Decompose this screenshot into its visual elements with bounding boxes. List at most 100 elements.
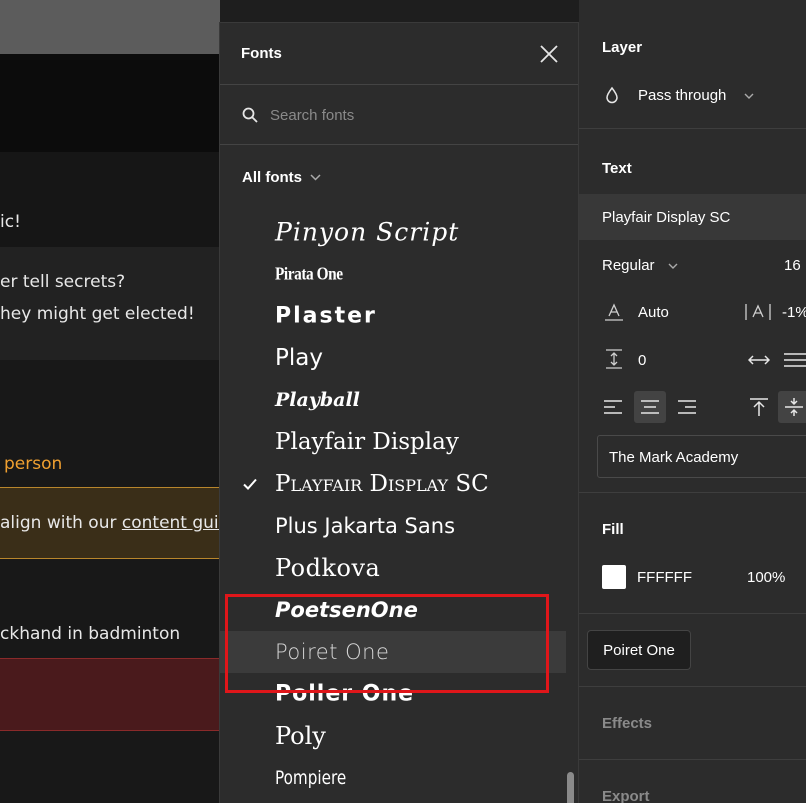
search-icon: [242, 107, 258, 123]
font-option-playfair-display[interactable]: Playfair Display: [220, 421, 566, 463]
font-option-podkova[interactable]: Podkova: [220, 547, 566, 589]
font-option-label: Playfair Display SC: [275, 471, 489, 497]
canvas-text-line: ckhand in badminton: [0, 624, 181, 644]
line-height-input[interactable]: Auto: [638, 304, 669, 321]
font-option-label: Play: [275, 345, 323, 371]
paragraph-spacing-input[interactable]: 0: [638, 352, 646, 369]
text-resize-options-icon[interactable]: [784, 352, 806, 368]
canvas-text-line: hey might get elected!: [0, 304, 195, 324]
canvas-top-bar: [0, 0, 220, 54]
canvas-text-line: er tell secrets?: [0, 272, 126, 292]
letter-spacing-icon: [745, 304, 771, 320]
font-search-bar: [220, 85, 578, 145]
font-option-poetsenone[interactable]: PoetsenOne: [220, 589, 566, 631]
paragraph-spacing-icon: [606, 349, 622, 369]
tooltip-text: Poiret One: [603, 641, 675, 659]
effects-section-title[interactable]: Effects: [602, 715, 652, 732]
properties-panel: Layer Pass through Text Playfair Display…: [579, 0, 806, 803]
font-option-label: Podkova: [275, 554, 381, 582]
align-left-button[interactable]: [597, 391, 629, 423]
font-option-label: Poiret One: [275, 640, 390, 664]
font-option-playfair-display-sc[interactable]: Playfair Display SC: [220, 463, 566, 505]
divider: [579, 613, 806, 614]
check-icon: [243, 478, 257, 490]
font-option-poller-one[interactable]: Poller One: [220, 673, 566, 715]
font-family-value: Playfair Display SC: [602, 209, 731, 226]
font-list-scrollbar[interactable]: [567, 772, 574, 803]
text-style-field[interactable]: The Mark Academy: [597, 435, 806, 478]
canvas-card-4[interactable]: ckhand in badminton: [0, 559, 220, 658]
font-filter-dropdown[interactable]: All fonts: [242, 166, 321, 188]
font-option-pompiere[interactable]: Pompiere: [220, 757, 566, 799]
canvas-card-3[interactable]: person: [0, 360, 220, 487]
font-option-label: Plaster: [275, 303, 377, 329]
align-right-icon: [678, 400, 696, 414]
blend-mode-dropdown[interactable]: Pass through: [605, 84, 765, 108]
fill-color-swatch[interactable]: [602, 565, 626, 589]
font-option-play[interactable]: Play: [220, 337, 566, 379]
chevron-down-icon: [744, 93, 754, 99]
fill-opacity-input[interactable]: 100%: [747, 569, 785, 586]
font-option-label: Pinyon Script: [275, 217, 460, 247]
font-filter-label: All fonts: [242, 168, 302, 186]
font-list[interactable]: Pinyon Script Pirata One Plaster Play Pl…: [220, 209, 578, 803]
font-option-label: Playfair Display: [275, 429, 459, 455]
font-option-plaster[interactable]: Plaster: [220, 295, 566, 337]
canvas-error-banner[interactable]: [0, 658, 220, 731]
font-weight-value: Regular: [602, 257, 655, 274]
divider: [579, 492, 806, 493]
canvas-text-line: align with our content guidel: [0, 513, 220, 533]
chevron-down-icon: [310, 173, 321, 181]
fonts-panel-title: Fonts: [241, 45, 282, 62]
chevron-down-icon: [668, 263, 678, 269]
letter-spacing-input[interactable]: -1%: [782, 304, 806, 321]
font-option-poiret-one[interactable]: Poiret One: [220, 631, 566, 673]
drop-icon: [606, 86, 618, 104]
align-left-icon: [604, 400, 622, 414]
fonts-panel: Fonts All fonts Pinyon Script Pirata One…: [219, 22, 579, 803]
font-option-label: Pompiere: [275, 767, 347, 789]
font-option-plus-jakarta-sans[interactable]: Plus Jakarta Sans: [220, 505, 566, 547]
blend-mode-value: Pass through: [638, 87, 727, 104]
font-option-label: Playball: [275, 389, 360, 411]
font-weight-dropdown[interactable]: Regular: [602, 254, 692, 276]
align-center-button[interactable]: [634, 391, 666, 423]
font-size-input[interactable]: 16: [784, 257, 801, 274]
canvas-text-line: ic!: [0, 212, 21, 232]
align-right-button[interactable]: [671, 391, 703, 423]
text-section-title: Text: [602, 160, 632, 177]
divider: [579, 128, 806, 129]
design-canvas[interactable]: ic! er tell secrets? hey might get elect…: [0, 0, 220, 803]
divider: [579, 686, 806, 687]
font-family-selector[interactable]: Playfair Display SC: [579, 194, 806, 240]
font-option-pinyon-script[interactable]: Pinyon Script: [220, 211, 566, 253]
font-option-label: Pirata One: [275, 263, 343, 284]
align-middle-icon: [785, 398, 803, 416]
content-guidelines-link[interactable]: content guidel: [122, 513, 220, 533]
font-option-playball[interactable]: Playball: [220, 379, 566, 421]
close-icon[interactable]: [538, 43, 560, 65]
auto-width-icon[interactable]: [748, 353, 770, 367]
canvas-card-2[interactable]: er tell secrets? hey might get elected!: [0, 247, 220, 360]
canvas-banner-text: align with our: [0, 513, 122, 533]
fill-hex-input[interactable]: FFFFFF: [637, 569, 692, 586]
align-top-button[interactable]: [743, 391, 775, 423]
font-option-poly[interactable]: Poly: [220, 715, 566, 757]
align-center-icon: [641, 400, 659, 414]
font-option-label: Poller One: [275, 681, 415, 707]
align-top-icon: [750, 398, 768, 416]
font-option-pirata-one[interactable]: Pirata One: [220, 253, 566, 295]
canvas-card-1[interactable]: ic!: [0, 152, 220, 247]
canvas-bottom-block: [0, 731, 220, 803]
canvas-warning-banner[interactable]: align with our content guidel: [0, 487, 220, 559]
line-height-icon: [605, 303, 623, 321]
canvas-accent-text: person: [4, 454, 63, 474]
font-option-label: PoetsenOne: [275, 598, 418, 622]
align-middle-button[interactable]: [778, 391, 806, 423]
fonts-panel-header: Fonts: [220, 23, 578, 85]
text-style-value: The Mark Academy: [609, 449, 739, 466]
fill-section-title: Fill: [602, 521, 624, 538]
search-fonts-input[interactable]: [270, 103, 560, 127]
export-section-title[interactable]: Export: [602, 788, 650, 803]
divider: [579, 759, 806, 760]
